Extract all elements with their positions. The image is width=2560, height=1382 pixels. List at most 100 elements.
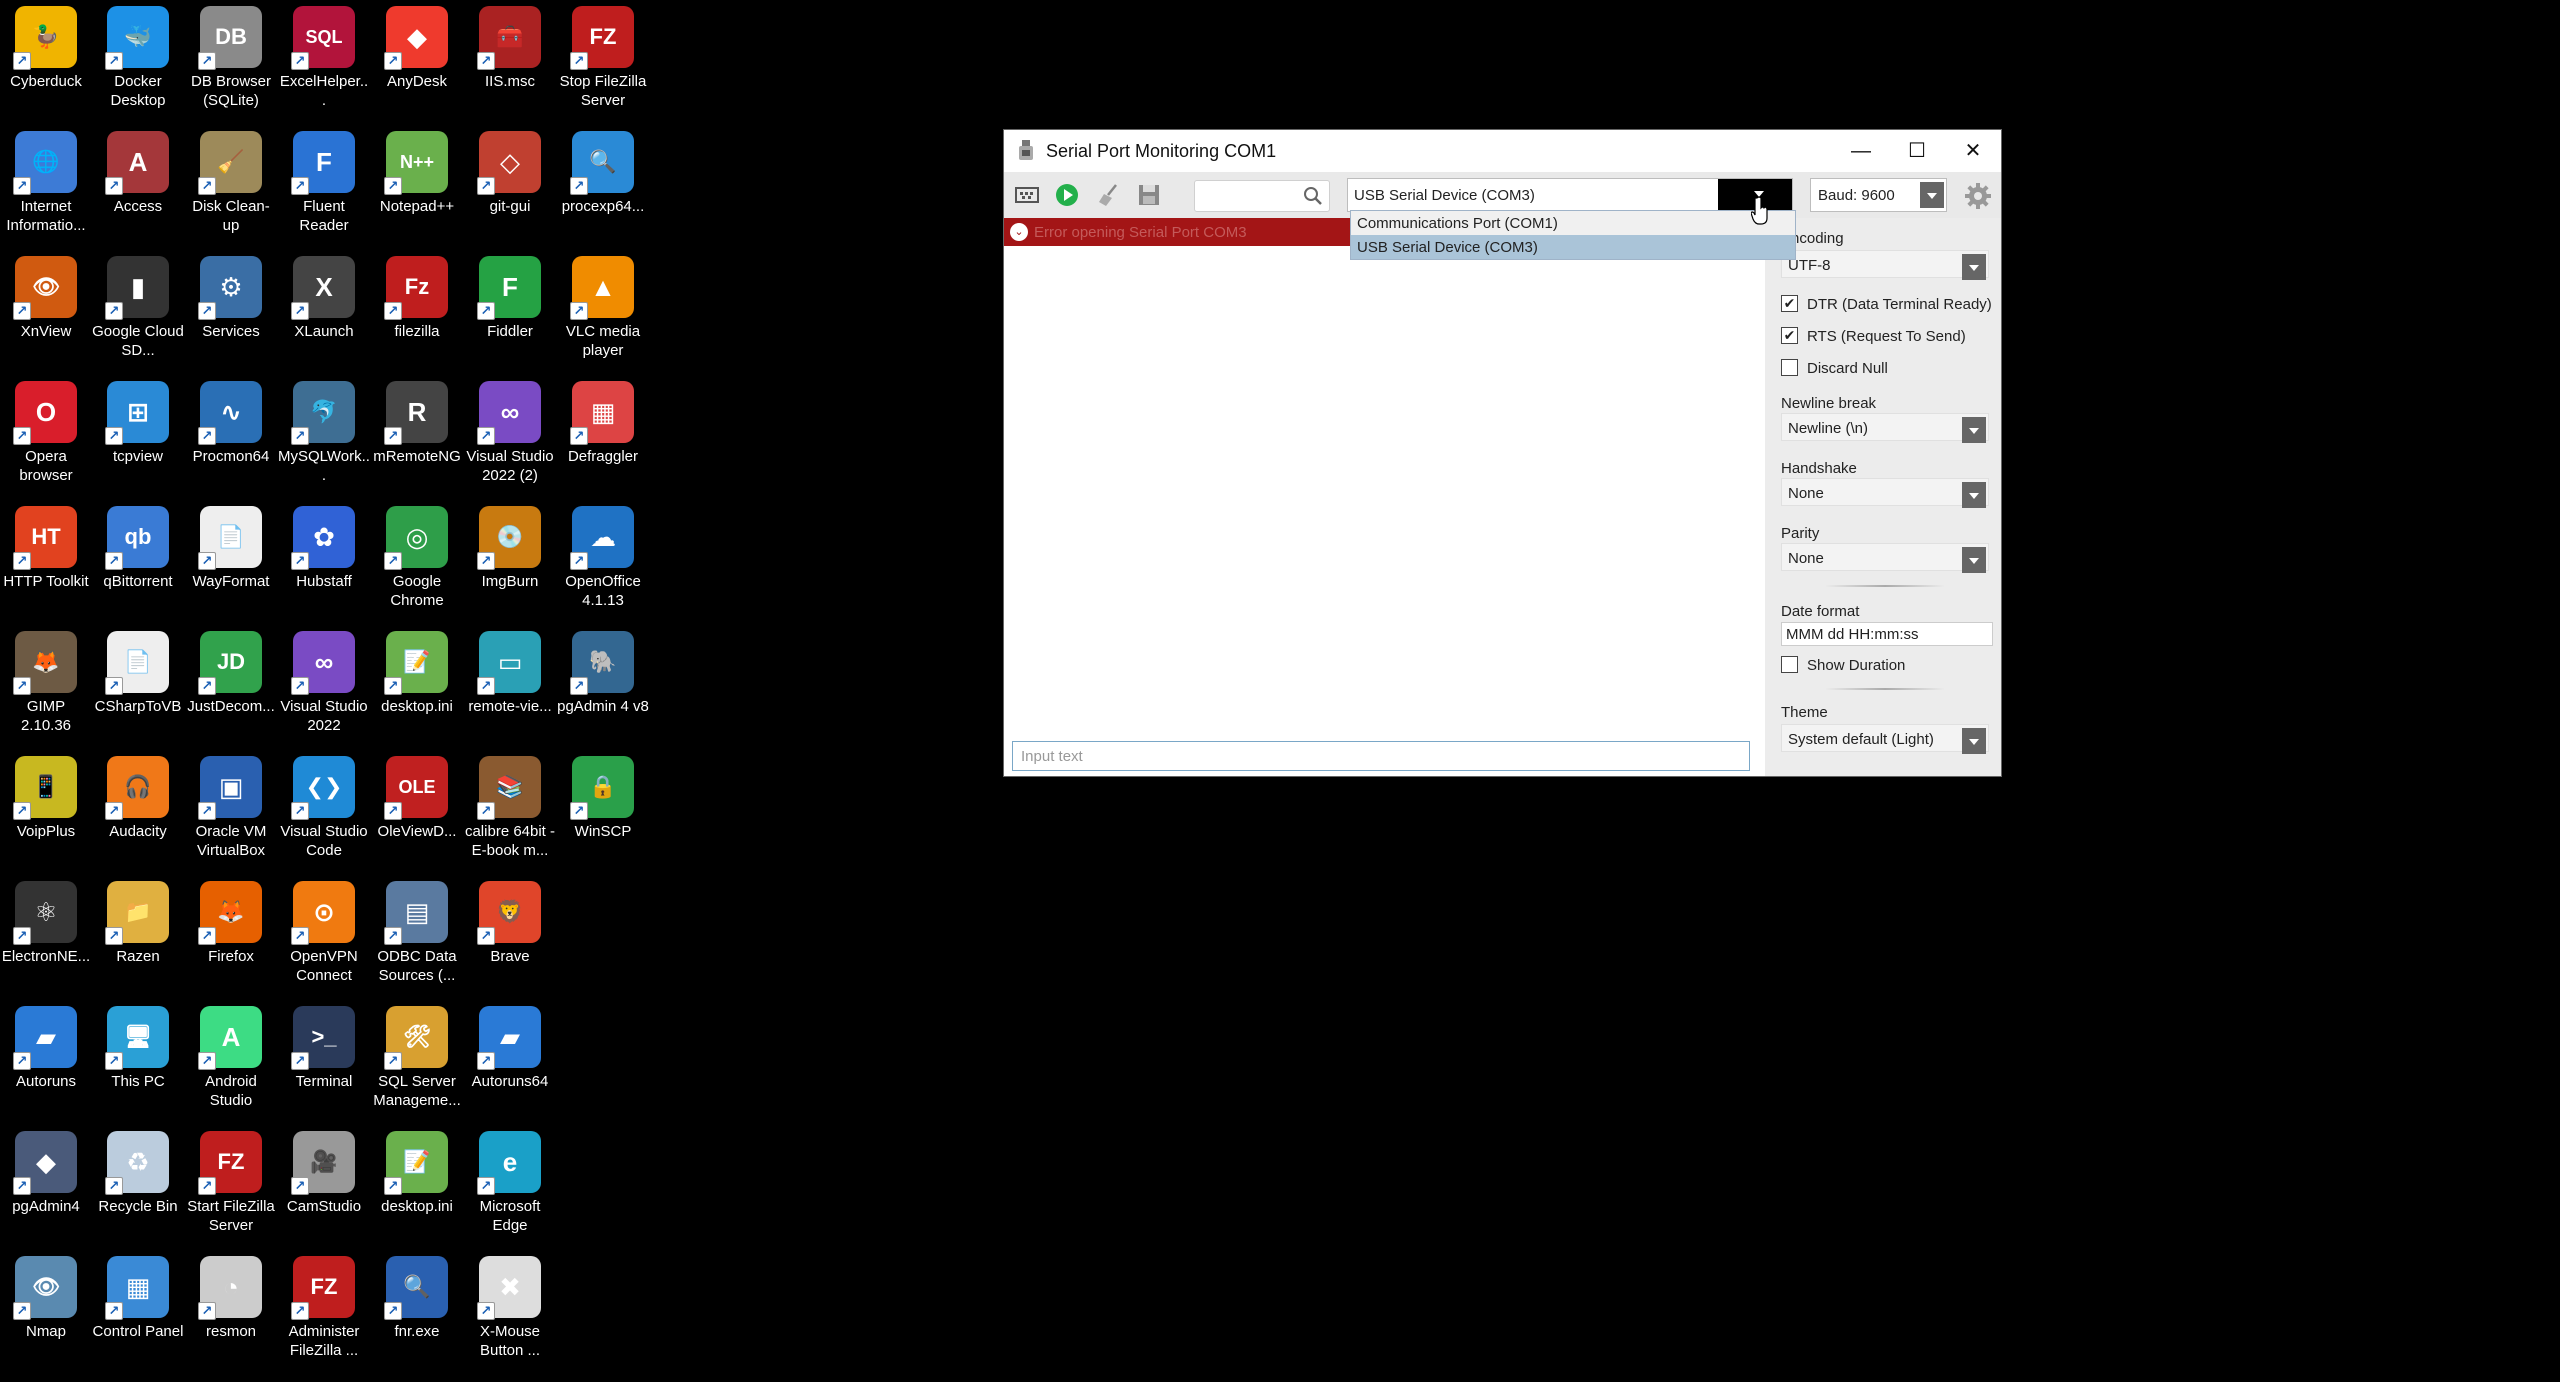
desktop-icon[interactable]: ▮ ↗ Google Cloud SD... (92, 250, 184, 360)
desktop-icon[interactable]: 📁 ↗ Razen (92, 875, 184, 966)
port-option-com1[interactable]: Communications Port (COM1) (1351, 211, 1795, 235)
chevron-down-icon[interactable] (1962, 417, 1986, 443)
desktop-icon[interactable]: 📚 ↗ calibre 64bit - E-book m... (464, 750, 556, 860)
newline-select[interactable]: Newline (\n) (1781, 413, 1989, 443)
desktop-icon[interactable]: 🔒 ↗ WinSCP (557, 750, 649, 841)
desktop-icon[interactable]: >_ ↗ Terminal (278, 1000, 370, 1091)
desktop-icon[interactable]: ▲ ↗ VLC media player (557, 250, 649, 360)
desktop-icon[interactable]: FZ ↗ Stop FileZilla Server (557, 0, 649, 110)
encoding-select[interactable]: UTF-8 (1781, 250, 1989, 280)
desktop-icon[interactable]: ▰ ↗ Autoruns64 (464, 1000, 556, 1091)
desktop-icon[interactable]: 🌐 ↗ Internet Informatio... (0, 125, 92, 235)
desktop-icon[interactable]: 🧰 ↗ IIS.msc (464, 0, 556, 91)
desktop-icon[interactable]: FZ ↗ Start FileZilla Server (185, 1125, 277, 1235)
desktop-icon[interactable]: O ↗ Opera browser (0, 375, 92, 485)
chevron-down-icon[interactable] (1962, 547, 1986, 573)
desktop-icon[interactable]: SQL ↗ ExcelHelper... (278, 0, 370, 110)
desktop-icon[interactable]: 📝 ↗ desktop.ini (371, 625, 463, 716)
desktop-icon[interactable]: ▤ ↗ ODBC Data Sources (... (371, 875, 463, 985)
date-format-field[interactable] (1782, 623, 1992, 645)
handshake-select[interactable]: None (1781, 478, 1989, 508)
desktop-icon[interactable]: 👁 ↗ Nmap (0, 1250, 92, 1341)
desktop-icon[interactable]: ◆ ↗ pgAdmin4 (0, 1125, 92, 1216)
desktop-icon[interactable]: 🐬 ↗ MySQLWork... (278, 375, 370, 485)
desktop-icon[interactable]: F ↗ Fiddler (464, 250, 556, 341)
port-select[interactable]: USB Serial Device (COM3) (1347, 178, 1793, 212)
desktop-icon[interactable]: ▣ ↗ Oracle VM VirtualBox (185, 750, 277, 860)
collapse-chevron-icon[interactable]: ⌄ (1010, 223, 1028, 241)
desktop-icon[interactable]: ▭ ↗ remote-vie... (464, 625, 556, 716)
port-option-com3[interactable]: USB Serial Device (COM3) (1351, 235, 1795, 259)
desktop-icon[interactable]: ▰ ↗ Autoruns (0, 1000, 92, 1091)
discard-null-check-box[interactable] (1781, 359, 1798, 376)
desktop-icon[interactable]: 🔍 ↗ procexp64... (557, 125, 649, 216)
title-bar[interactable]: Serial Port Monitoring COM1 — ☐ ✕ (1004, 130, 2001, 172)
desktop-icon[interactable]: 🦊 ↗ Firefox (185, 875, 277, 966)
desktop-icon[interactable]: ✿ ↗ Hubstaff (278, 500, 370, 591)
desktop-icon[interactable]: N++ ↗ Notepad++ (371, 125, 463, 216)
desktop-icon[interactable]: 📝 ↗ desktop.ini (371, 1125, 463, 1216)
desktop-icon[interactable]: 📄 ↗ WayFormat (185, 500, 277, 591)
desktop-icon[interactable]: ∞ ↗ Visual Studio 2022 (2) (464, 375, 556, 485)
desktop-icon[interactable]: ∞ ↗ Visual Studio 2022 (278, 625, 370, 735)
chevron-down-icon[interactable] (1962, 482, 1986, 508)
input-text-field[interactable] (1012, 741, 1750, 771)
parity-select[interactable]: None (1781, 543, 1989, 573)
desktop-icon[interactable]: ⊙ ↗ OpenVPN Connect (278, 875, 370, 985)
chevron-down-icon[interactable] (1920, 182, 1944, 208)
desktop-icon[interactable]: 🎥 ↗ CamStudio (278, 1125, 370, 1216)
rts-check-box[interactable]: ✔ (1781, 327, 1798, 344)
gear-icon[interactable] (1964, 182, 1992, 210)
desktop-icon[interactable]: 🐘 ↗ pgAdmin 4 v8 (557, 625, 649, 716)
desktop-icon[interactable]: Fz ↗ filezilla (371, 250, 463, 341)
desktop-icon[interactable]: ◎ ↗ Google Chrome (371, 500, 463, 610)
desktop-icon[interactable]: 🦆 ↗ Cyberduck (0, 0, 92, 91)
clear-broom-icon[interactable] (1096, 182, 1122, 208)
desktop-icon[interactable]: 🛠 ↗ SQL Server Manageme... (371, 1000, 463, 1110)
desktop-icon[interactable]: ◔ ↗ resmon (185, 1250, 277, 1341)
desktop-icon[interactable]: 📱 ↗ VoipPlus (0, 750, 92, 841)
minimize-button[interactable]: — (1833, 130, 1889, 172)
date-format-input[interactable] (1781, 622, 1993, 646)
desktop-icon[interactable]: ◆ ↗ AnyDesk (371, 0, 463, 91)
input-text[interactable] (1013, 742, 1749, 770)
play-icon[interactable] (1054, 182, 1080, 208)
desktop-icon[interactable]: ∿ ↗ Procmon64 (185, 375, 277, 466)
desktop-icon[interactable]: 🐳 ↗ Docker Desktop (92, 0, 184, 110)
desktop-icon[interactable]: ◇ ↗ git-gui (464, 125, 556, 216)
desktop-icon[interactable]: ☁ ↗ OpenOffice 4.1.13 (557, 500, 649, 610)
desktop-icon[interactable]: ✖ ↗ X-Mouse Button ... (464, 1250, 556, 1360)
desktop-icon[interactable]: ▦ ↗ Control Panel (92, 1250, 184, 1341)
desktop-icon[interactable]: ⚛ ↗ ElectronNE... (0, 875, 92, 966)
desktop-icon[interactable]: F ↗ Fluent Reader (278, 125, 370, 235)
dtr-check-box[interactable]: ✔ (1781, 295, 1798, 312)
desktop-icon[interactable]: e ↗ Microsoft Edge (464, 1125, 556, 1235)
close-button[interactable]: ✕ (1945, 130, 2001, 172)
desktop-icon[interactable]: ⊞ ↗ tcpview (92, 375, 184, 466)
desktop-icon[interactable]: ♻ ↗ Recycle Bin (92, 1125, 184, 1216)
desktop-icon[interactable]: 💿 ↗ ImgBurn (464, 500, 556, 591)
maximize-button[interactable]: ☐ (1889, 130, 1945, 172)
search-field[interactable] (1194, 180, 1330, 212)
desktop-icon[interactable]: 🦁 ↗ Brave (464, 875, 556, 966)
desktop-icon[interactable]: 🔍 ↗ fnr.exe (371, 1250, 463, 1341)
desktop-icon[interactable]: A ↗ Access (92, 125, 184, 216)
chevron-down-icon[interactable] (1962, 254, 1986, 280)
desktop-icon[interactable]: X ↗ XLaunch (278, 250, 370, 341)
desktop-icon[interactable]: DB ↗ DB Browser (SQLite) (185, 0, 277, 110)
desktop-icon[interactable]: 🦊 ↗ GIMP 2.10.36 (0, 625, 92, 735)
baud-select[interactable]: Baud: 9600 (1810, 178, 1947, 212)
serial-ports-icon[interactable] (1014, 182, 1040, 208)
desktop-icon[interactable]: 📄 ↗ CSharpToVB (92, 625, 184, 716)
desktop-icon[interactable]: ⚙ ↗ Services (185, 250, 277, 341)
save-icon[interactable] (1136, 182, 1162, 208)
desktop-icon[interactable]: OLE ↗ OleViewD... (371, 750, 463, 841)
theme-select[interactable]: System default (Light) (1781, 724, 1989, 754)
desktop-icon[interactable]: 🎧 ↗ Audacity (92, 750, 184, 841)
desktop-icon[interactable]: ❮❯ ↗ Visual Studio Code (278, 750, 370, 860)
desktop-icon[interactable]: R ↗ mRemoteNG (371, 375, 463, 466)
desktop-icon[interactable]: 👁 ↗ XnView (0, 250, 92, 341)
show-duration-check-box[interactable] (1781, 656, 1798, 673)
desktop-icon[interactable]: A ↗ Android Studio (185, 1000, 277, 1110)
desktop-icon[interactable]: FZ ↗ Administer FileZilla ... (278, 1250, 370, 1360)
